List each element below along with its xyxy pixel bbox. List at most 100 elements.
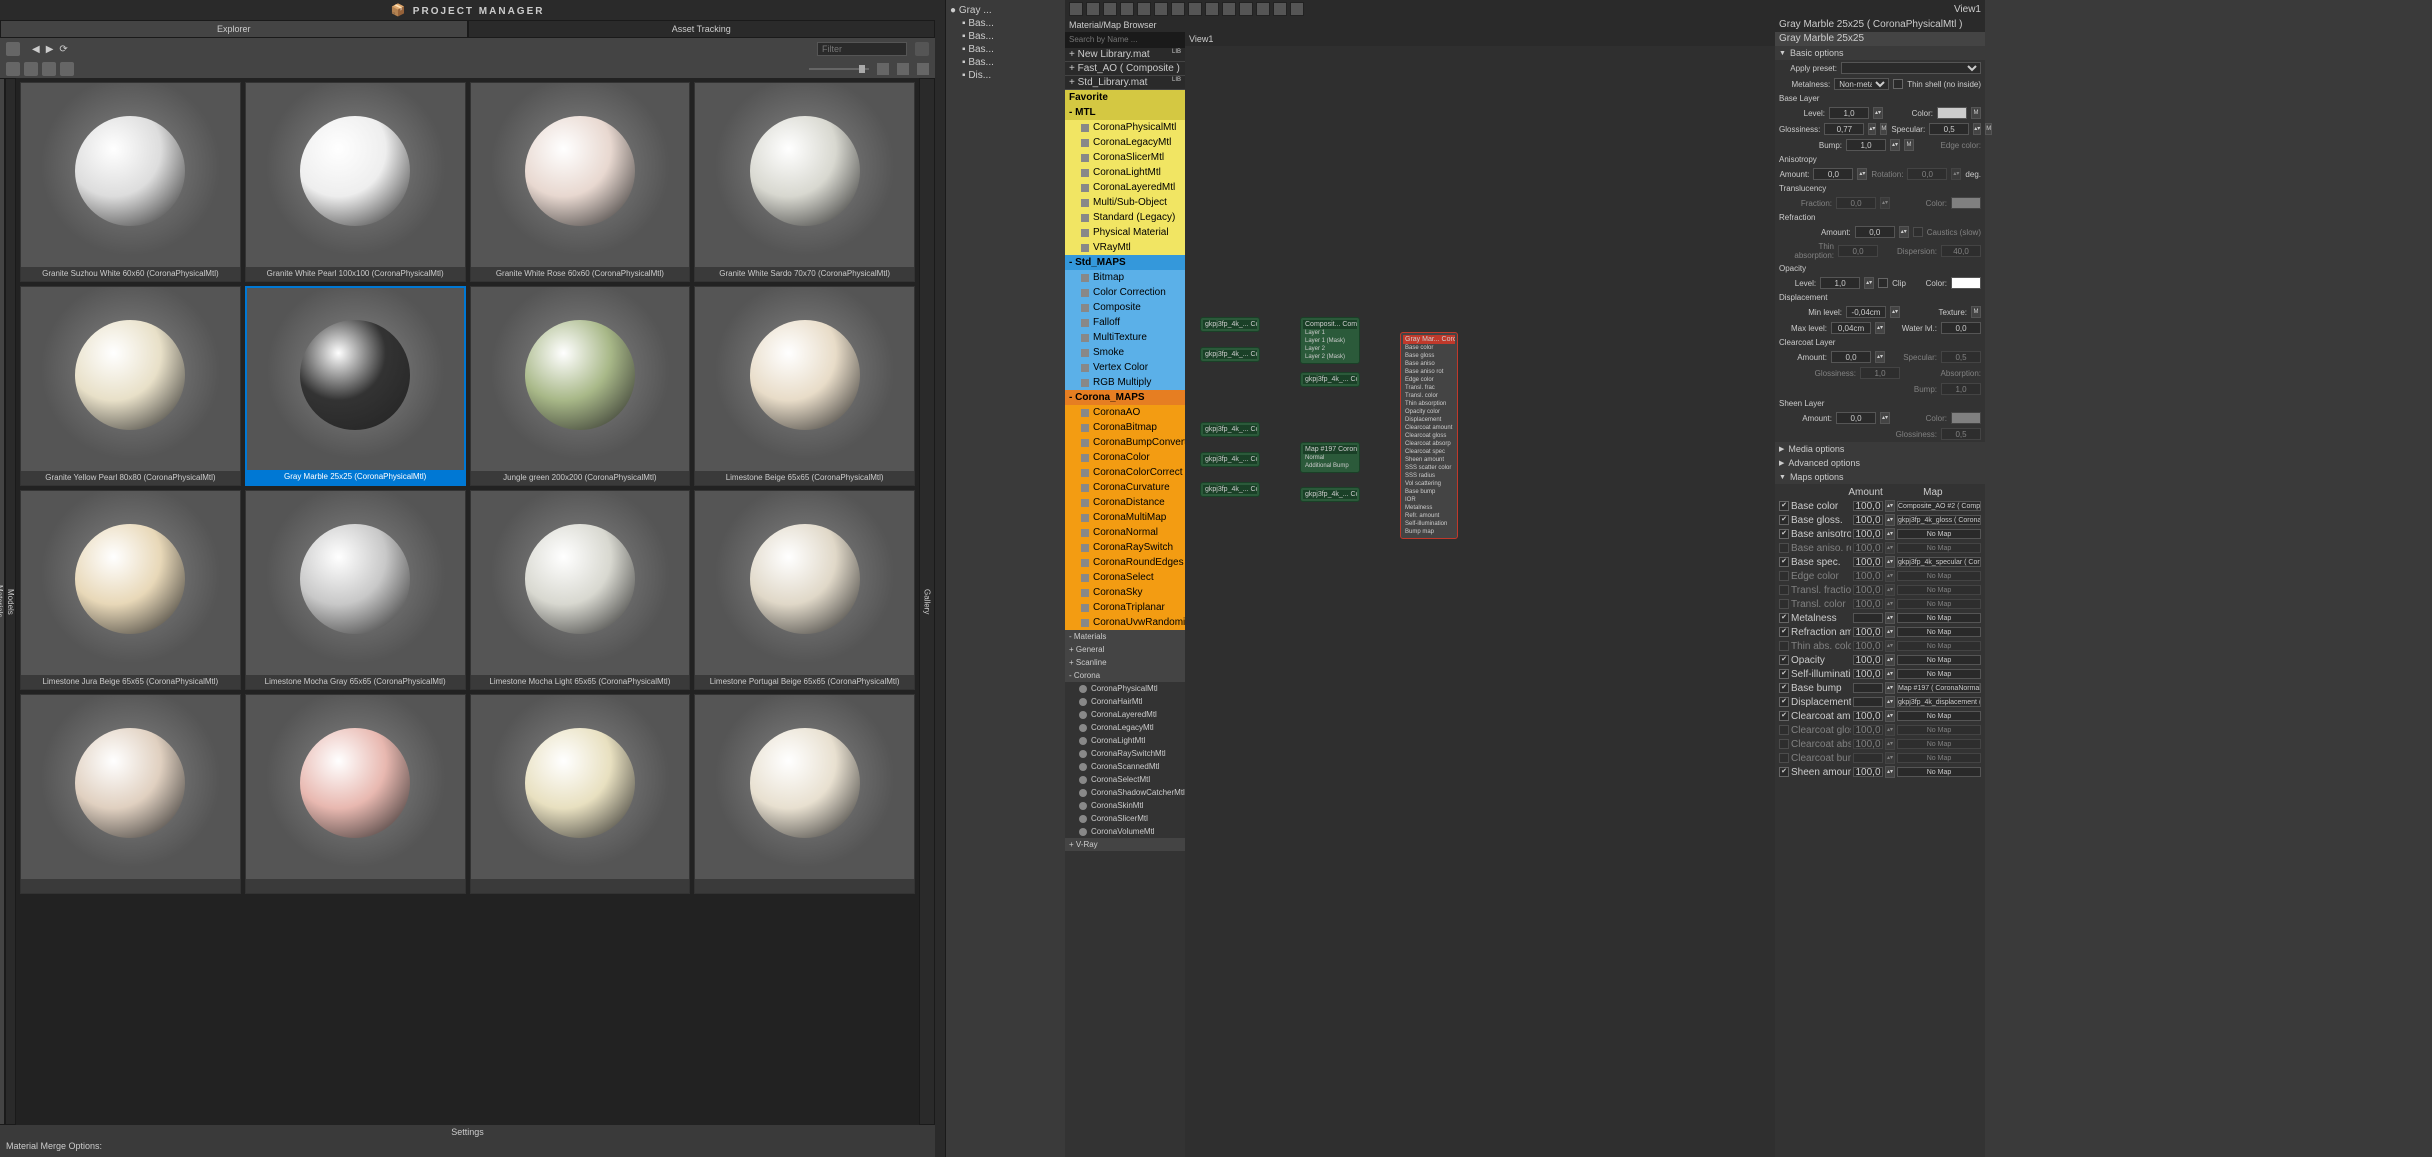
node-slot[interactable]: Opacity color <box>1403 408 1455 416</box>
browser-item[interactable]: RGB Multiply <box>1065 375 1185 390</box>
tree-item[interactable]: ▪ Bas... <box>950 56 1061 69</box>
library-item[interactable]: + Fast_AO ( Composite ) <box>1065 62 1185 76</box>
browser-item[interactable]: CoronaCurvature <box>1065 480 1185 495</box>
browser-item[interactable]: Bitmap <box>1065 270 1185 285</box>
browser-item[interactable]: Smoke <box>1065 345 1185 360</box>
map-check[interactable] <box>1779 571 1789 581</box>
map-amount[interactable]: 100,0 <box>1853 627 1883 637</box>
tool-icon[interactable] <box>1256 2 1270 16</box>
spinner[interactable]: ▴▾ <box>1875 322 1885 334</box>
tree-item[interactable]: ▪ Dis... <box>950 69 1061 82</box>
browser-item[interactable]: CoronaDistance <box>1065 495 1185 510</box>
section-media[interactable]: Media options <box>1775 442 1985 456</box>
browser-item[interactable]: CoronaScannedMtl <box>1065 760 1185 773</box>
map-amount[interactable]: 100,0 <box>1853 725 1883 735</box>
forward-icon[interactable]: ▶ <box>46 44 54 55</box>
map-slot[interactable]: No Map <box>1897 585 1981 595</box>
spinner[interactable]: ▴▾ <box>1885 696 1895 708</box>
tool-icon[interactable] <box>1222 2 1236 16</box>
material-thumb[interactable]: Granite White Pearl 100x100 (CoronaPhysi… <box>245 82 466 282</box>
tool-icon[interactable] <box>1120 2 1134 16</box>
map-amount[interactable]: 100,0 <box>1853 557 1883 567</box>
browser-item[interactable]: Color Correction <box>1065 285 1185 300</box>
map-slot[interactable]: No Map <box>1897 529 1981 539</box>
back-icon[interactable]: ◀ <box>32 44 40 55</box>
map-slot[interactable]: Map #197 ( CoronaNormal ) <box>1897 683 1981 693</box>
browser-item[interactable]: CoronaRaySwitchMtl <box>1065 747 1185 760</box>
material-thumb[interactable]: Gray Marble 25x25 (CoronaPhysicalMtl) <box>245 286 466 486</box>
spinner[interactable]: ▴▾ <box>1885 654 1895 666</box>
ccspec-input[interactable] <box>1941 351 1981 363</box>
tool-icon[interactable] <box>1205 2 1219 16</box>
material-thumb[interactable]: Granite Suzhou White 60x60 (CoronaPhysic… <box>20 82 241 282</box>
node-slot[interactable]: IOR <box>1403 496 1455 504</box>
max-input[interactable] <box>1831 322 1871 334</box>
browser-item[interactable]: CoronaLightMtl <box>1065 734 1185 747</box>
refresh-icon[interactable]: ⟳ <box>59 44 67 55</box>
browser-item[interactable]: Composite <box>1065 300 1185 315</box>
map-slot[interactable]: No Map <box>1897 599 1981 609</box>
map-check[interactable] <box>1779 683 1789 693</box>
node-slot[interactable]: Clearcoat amount <box>1403 424 1455 432</box>
map-slot[interactable]: No Map <box>1897 725 1981 735</box>
node-slot[interactable]: Clearcoat gloss <box>1403 432 1455 440</box>
spinner[interactable]: ▴▾ <box>1885 542 1895 554</box>
browser-item[interactable]: CoronaTriplanar <box>1065 600 1185 615</box>
map-check[interactable] <box>1779 739 1789 749</box>
node-bitmap[interactable]: gkpj3fp_4k_... CoronaBitmap <box>1200 422 1260 437</box>
map-slot[interactable]: No Map <box>1897 753 1981 763</box>
node-slot[interactable]: Base color <box>1403 344 1455 352</box>
category-favorite[interactable]: Favorite <box>1065 90 1185 105</box>
node-slot[interactable]: Self-illumination <box>1403 520 1455 528</box>
spinner[interactable]: ▴▾ <box>1885 556 1895 568</box>
thumb-size-slider[interactable] <box>809 68 869 70</box>
map-amount[interactable]: 100,0 <box>1853 739 1883 749</box>
browser-item[interactable]: CoronaLightMtl <box>1065 165 1185 180</box>
browser-item[interactable]: CoronaMultiMap <box>1065 510 1185 525</box>
spinner[interactable]: ▴▾ <box>1885 640 1895 652</box>
tree-root[interactable]: ● Gray ... <box>950 4 1061 17</box>
settings-bar[interactable]: Settings <box>0 1125 935 1139</box>
spinner[interactable]: ▴▾ <box>1868 123 1876 135</box>
spinner[interactable]: ▴▾ <box>1973 123 1981 135</box>
node-slot[interactable]: Refr. amount <box>1403 512 1455 520</box>
map-amount[interactable] <box>1853 753 1883 763</box>
section-vray[interactable]: + V-Ray <box>1065 838 1185 851</box>
browser-section[interactable]: - Materials <box>1065 630 1185 643</box>
caustics-check[interactable] <box>1913 227 1923 237</box>
browser-item[interactable]: CoronaSky <box>1065 585 1185 600</box>
node-slot[interactable]: Base gloss <box>1403 352 1455 360</box>
spinner[interactable]: ▴▾ <box>1885 724 1895 736</box>
map-check[interactable] <box>1779 515 1789 525</box>
material-thumb[interactable]: Limestone Beige 65x65 (CoronaPhysicalMtl… <box>694 286 915 486</box>
spinner[interactable]: ▴▾ <box>1875 351 1885 363</box>
tool-icon[interactable] <box>1239 2 1253 16</box>
spinner[interactable]: ▴▾ <box>1885 528 1895 540</box>
map-check[interactable] <box>1779 501 1789 511</box>
node-slot[interactable]: Layer 2 <box>1303 345 1357 353</box>
map-check[interactable] <box>1779 529 1789 539</box>
list-view-icon[interactable] <box>897 63 909 75</box>
material-thumb[interactable]: Jungle green 200x200 (CoronaPhysicalMtl) <box>470 286 691 486</box>
tool-icon[interactable] <box>1086 2 1100 16</box>
spinner[interactable]: ▴▾ <box>1857 168 1867 180</box>
map-check[interactable] <box>1779 557 1789 567</box>
node-slot[interactable]: Layer 1 <box>1303 329 1357 337</box>
gloss-input[interactable] <box>1824 123 1864 135</box>
frac-input[interactable] <box>1836 197 1876 209</box>
browser-item[interactable]: Standard (Legacy) <box>1065 210 1185 225</box>
map-slot[interactable]: No Map <box>1897 627 1981 637</box>
tree-item[interactable]: ▪ Bas... <box>950 17 1061 30</box>
aniso-input[interactable] <box>1813 168 1853 180</box>
spinner[interactable]: ▴▾ <box>1885 612 1895 624</box>
browser-item[interactable]: CoronaUvwRandomizer <box>1065 615 1185 630</box>
grid-view-icon[interactable] <box>877 63 889 75</box>
node-slot[interactable]: Displacement <box>1403 416 1455 424</box>
browser-item[interactable]: CoronaNormal <box>1065 525 1185 540</box>
map-slot[interactable]: gkpj3fp_4k_specular ( CoronaBitma <box>1897 557 1981 567</box>
side-tab-materials[interactable]: Materials <box>0 78 5 1125</box>
tree-item[interactable]: ▪ Bas... <box>950 30 1061 43</box>
material-thumb[interactable]: Limestone Jura Beige 65x65 (CoronaPhysic… <box>20 490 241 690</box>
map-slot[interactable]: No Map <box>1897 543 1981 553</box>
browser-item[interactable]: CoronaBumpConverter <box>1065 435 1185 450</box>
